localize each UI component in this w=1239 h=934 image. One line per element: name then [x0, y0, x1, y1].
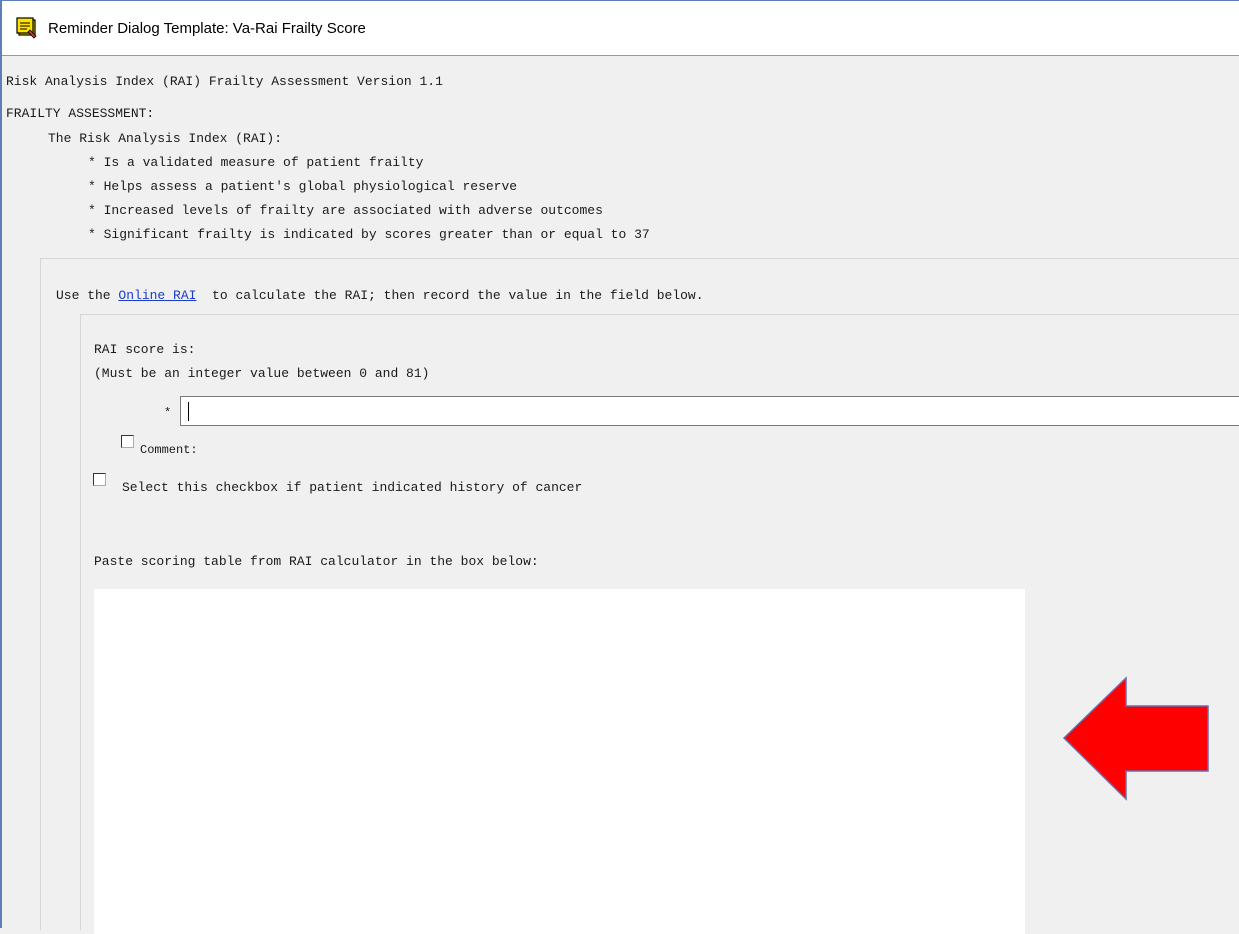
instructions-text: Use the Online RAI to calculate the RAI;…: [56, 288, 704, 304]
comment-checkbox[interactable]: [121, 435, 134, 448]
red-arrow-left-icon: [1062, 676, 1209, 801]
reminder-dialog-icon: [16, 17, 37, 39]
window-title: Reminder Dialog Template: Va-Rai Frailty…: [48, 19, 366, 37]
score-label: RAI score is:: [94, 342, 196, 357]
bullet-item: * Is a validated measure of patient frai…: [88, 155, 424, 170]
section-heading: FRAILTY ASSESSMENT:: [6, 106, 155, 121]
cancer-history-label: Select this checkbox if patient indicate…: [122, 480, 583, 495]
dialog-content: Risk Analysis Index (RAI) Frailty Assess…: [2, 56, 1239, 934]
cancer-history-checkbox[interactable]: [93, 473, 106, 486]
instructions-prefix: Use the: [56, 288, 119, 303]
online-rai-link[interactable]: Online RAI: [118, 288, 196, 303]
intro-text: The Risk Analysis Index (RAI):: [48, 131, 283, 146]
bullet-item: * Increased levels of frailty are associ…: [88, 203, 603, 218]
paste-label: Paste scoring table from RAI calculator …: [94, 554, 539, 569]
title-bar: Reminder Dialog Template: Va-Rai Frailty…: [2, 1, 1239, 56]
version-line: Risk Analysis Index (RAI) Frailty Assess…: [6, 74, 443, 89]
instructions-suffix: to calculate the RAI; then record the va…: [196, 288, 704, 303]
text-caret: [188, 402, 189, 421]
scoring-table-textarea[interactable]: [94, 589, 1025, 934]
comment-label: Comment:: [140, 443, 198, 457]
bullet-item: * Significant frailty is indicated by sc…: [88, 227, 650, 242]
bullet-item: * Helps assess a patient's global physio…: [88, 179, 518, 194]
score-hint: (Must be an integer value between 0 and …: [94, 366, 430, 381]
required-marker: *: [164, 406, 172, 420]
rai-score-input[interactable]: [180, 396, 1239, 426]
reminder-dialog-window: Reminder Dialog Template: Va-Rai Frailty…: [0, 0, 1239, 934]
